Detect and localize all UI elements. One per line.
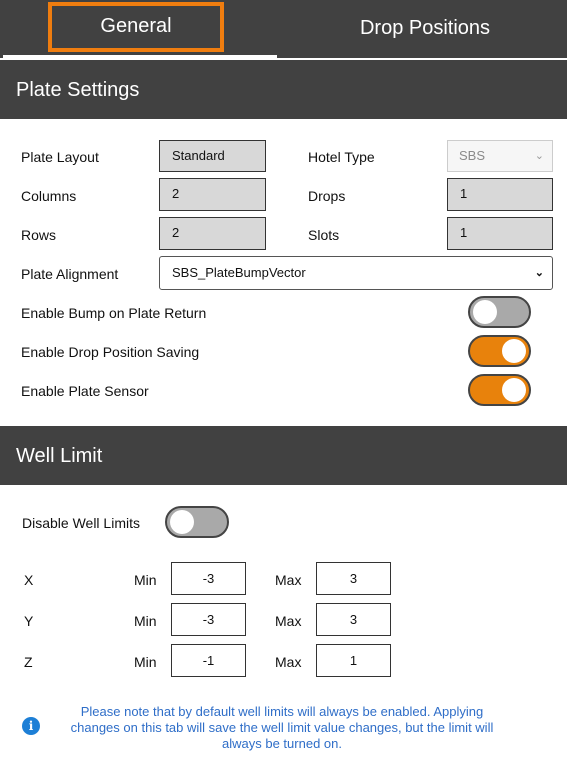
tab-general-underline xyxy=(3,55,277,58)
toggle-label-plate-sensor: Enable Plate Sensor xyxy=(21,383,149,399)
toggle-label-bump-on-plate-return: Enable Bump on Plate Return xyxy=(21,305,207,321)
hotel-type-label: Hotel Type xyxy=(308,149,375,165)
min-label: Min xyxy=(134,654,157,670)
axis-label-z: Z xyxy=(24,654,33,670)
min-label: Min xyxy=(134,613,157,629)
z-max-input[interactable]: 1 xyxy=(316,644,391,677)
columns-label: Columns xyxy=(21,188,77,204)
tab-general[interactable]: General xyxy=(48,15,224,38)
toggle-label-drop-position-saving: Enable Drop Position Saving xyxy=(21,344,200,360)
min-label: Min xyxy=(134,572,157,588)
x-min-input[interactable]: -3 xyxy=(171,562,246,595)
toggle-knob xyxy=(473,300,497,324)
chevron-down-icon: ⌄ xyxy=(534,150,544,162)
hotel-type-select[interactable]: SBS ⌄ xyxy=(447,140,553,172)
drops-field[interactable]: 1 xyxy=(447,178,553,211)
columns-field[interactable]: 2 xyxy=(159,178,266,211)
toggle-knob xyxy=(502,378,526,402)
toggle-plate-sensor[interactable] xyxy=(468,374,531,406)
plate-layout-field: Standard xyxy=(159,140,266,172)
chevron-down-icon: ⌄ xyxy=(534,267,544,279)
axis-label-x: X xyxy=(24,572,34,588)
axis-label-y: Y xyxy=(24,613,34,629)
toggle-knob xyxy=(170,510,194,534)
toggle-disable-well-limits[interactable] xyxy=(165,506,229,538)
y-max-input[interactable]: 3 xyxy=(316,603,391,636)
toggle-drop-position-saving[interactable] xyxy=(468,335,531,367)
slots-field[interactable]: 1 xyxy=(447,217,553,250)
hotel-type-value: SBS xyxy=(459,148,486,163)
info-icon: i xyxy=(22,717,40,735)
toggle-bump-on-plate-return[interactable] xyxy=(468,296,531,328)
disable-well-limits-label: Disable Well Limits xyxy=(22,515,140,531)
max-label: Max xyxy=(275,613,302,629)
plate-alignment-select[interactable]: SBS_PlateBumpVector ⌄ xyxy=(159,256,553,290)
well-limit-note: Please note that by default well limits … xyxy=(70,704,494,751)
slots-label: Slots xyxy=(308,227,340,243)
plate-alignment-label: Plate Alignment xyxy=(21,266,119,282)
well-limit-title: Well Limit xyxy=(16,445,103,467)
plate-layout-label: Plate Layout xyxy=(21,149,99,165)
z-min-input[interactable]: -1 xyxy=(171,644,246,677)
plate-alignment-value: SBS_PlateBumpVector xyxy=(172,265,306,280)
y-min-input[interactable]: -3 xyxy=(171,603,246,636)
rows-field[interactable]: 2 xyxy=(159,217,266,250)
toggle-knob xyxy=(502,339,526,363)
x-max-input[interactable]: 3 xyxy=(316,562,391,595)
plate-settings-title: Plate Settings xyxy=(16,79,140,101)
rows-label: Rows xyxy=(21,227,57,243)
tab-drop-positions[interactable]: Drop Positions xyxy=(285,17,565,40)
max-label: Max xyxy=(275,572,302,588)
drops-label: Drops xyxy=(308,188,346,204)
max-label: Max xyxy=(275,654,302,670)
